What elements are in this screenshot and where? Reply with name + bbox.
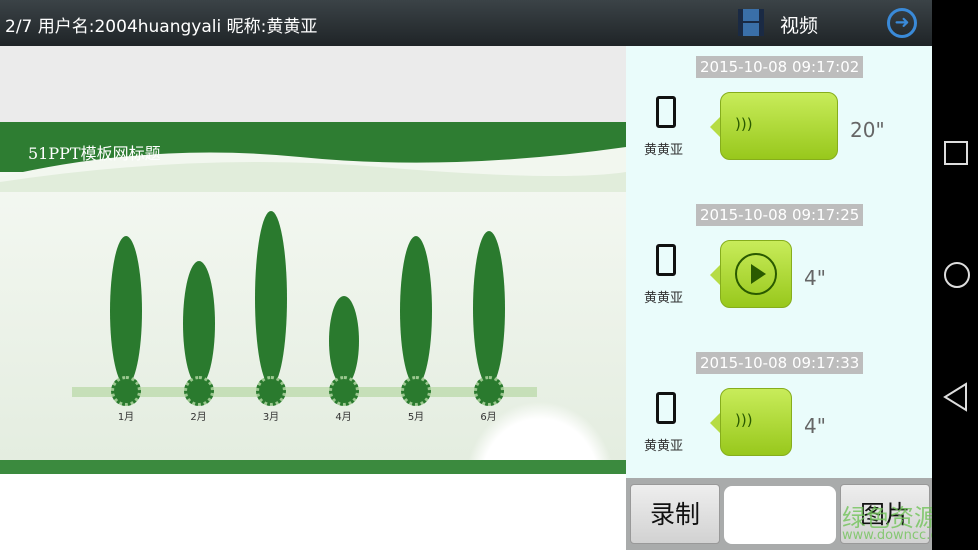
voice-duration: 4"	[804, 414, 826, 438]
voice-message-bubble[interactable]: )))	[710, 388, 792, 456]
slide-top-band	[0, 46, 626, 122]
leaf-bar	[472, 231, 505, 386]
message-input[interactable]	[724, 486, 836, 544]
voice-message-bubble[interactable]	[710, 240, 792, 308]
play-icon	[735, 253, 777, 295]
home-icon[interactable]	[944, 262, 970, 288]
leaf-base	[183, 376, 214, 406]
film-icon[interactable]	[738, 9, 764, 36]
month-label: 5月	[407, 412, 425, 423]
user-info-title: 2/7 用户名:2004huangyali 昵称:黄黄亚	[5, 17, 318, 37]
leaf-base	[328, 376, 359, 406]
voice-duration: 4"	[804, 266, 826, 290]
video-button[interactable]: 视频	[780, 11, 818, 38]
leaf-bar	[255, 211, 287, 386]
sender-name: 黄黄亚	[644, 291, 684, 306]
chart-axis-band	[72, 387, 537, 397]
sender-name: 黄黄亚	[644, 143, 684, 158]
sound-wave-icon: )))	[735, 115, 753, 133]
month-label: 4月	[335, 412, 352, 423]
leaf-bar	[400, 236, 432, 386]
back-icon[interactable]	[942, 382, 968, 412]
phone-icon	[656, 392, 676, 424]
phone-icon	[656, 96, 676, 128]
slide-view: 51PPT模板网标题 1月2月3月4月5月6月	[0, 46, 626, 550]
month-label: 2月	[190, 412, 207, 423]
leaf-bar	[110, 236, 142, 386]
recent-apps-icon[interactable]	[944, 141, 968, 165]
slide-bottom-band	[0, 460, 626, 474]
phone-icon	[656, 244, 676, 276]
record-button[interactable]: 录制	[630, 484, 720, 544]
slide-title: 51PPT模板网标题	[28, 144, 161, 163]
top-bar: 2/7 用户名:2004huangyali 昵称:黄黄亚 视频 ➜	[0, 0, 932, 46]
android-nav-bar	[932, 0, 978, 550]
message-list[interactable]: 2015-10-08 09:17:02 黄黄亚 ))) 20" 2015-10-…	[626, 46, 932, 478]
message-timestamp: 2015-10-08 09:17:33	[696, 352, 864, 374]
message-timestamp: 2015-10-08 09:17:25	[696, 204, 864, 226]
month-label: 1月	[117, 412, 135, 423]
leaf-bar	[182, 261, 215, 386]
leaf-base	[111, 376, 141, 406]
voice-message-bubble[interactable]: )))	[710, 92, 838, 160]
sender-name: 黄黄亚	[644, 439, 684, 454]
next-arrow-icon[interactable]: ➜	[887, 8, 917, 38]
leaf-base	[401, 376, 431, 406]
message-timestamp: 2015-10-08 09:17:02	[696, 56, 864, 78]
leaf-base	[256, 376, 286, 406]
month-label: 3月	[262, 412, 280, 423]
voice-duration: 20"	[850, 118, 885, 142]
leaf-bar	[328, 296, 359, 386]
sound-wave-icon: )))	[735, 411, 753, 429]
